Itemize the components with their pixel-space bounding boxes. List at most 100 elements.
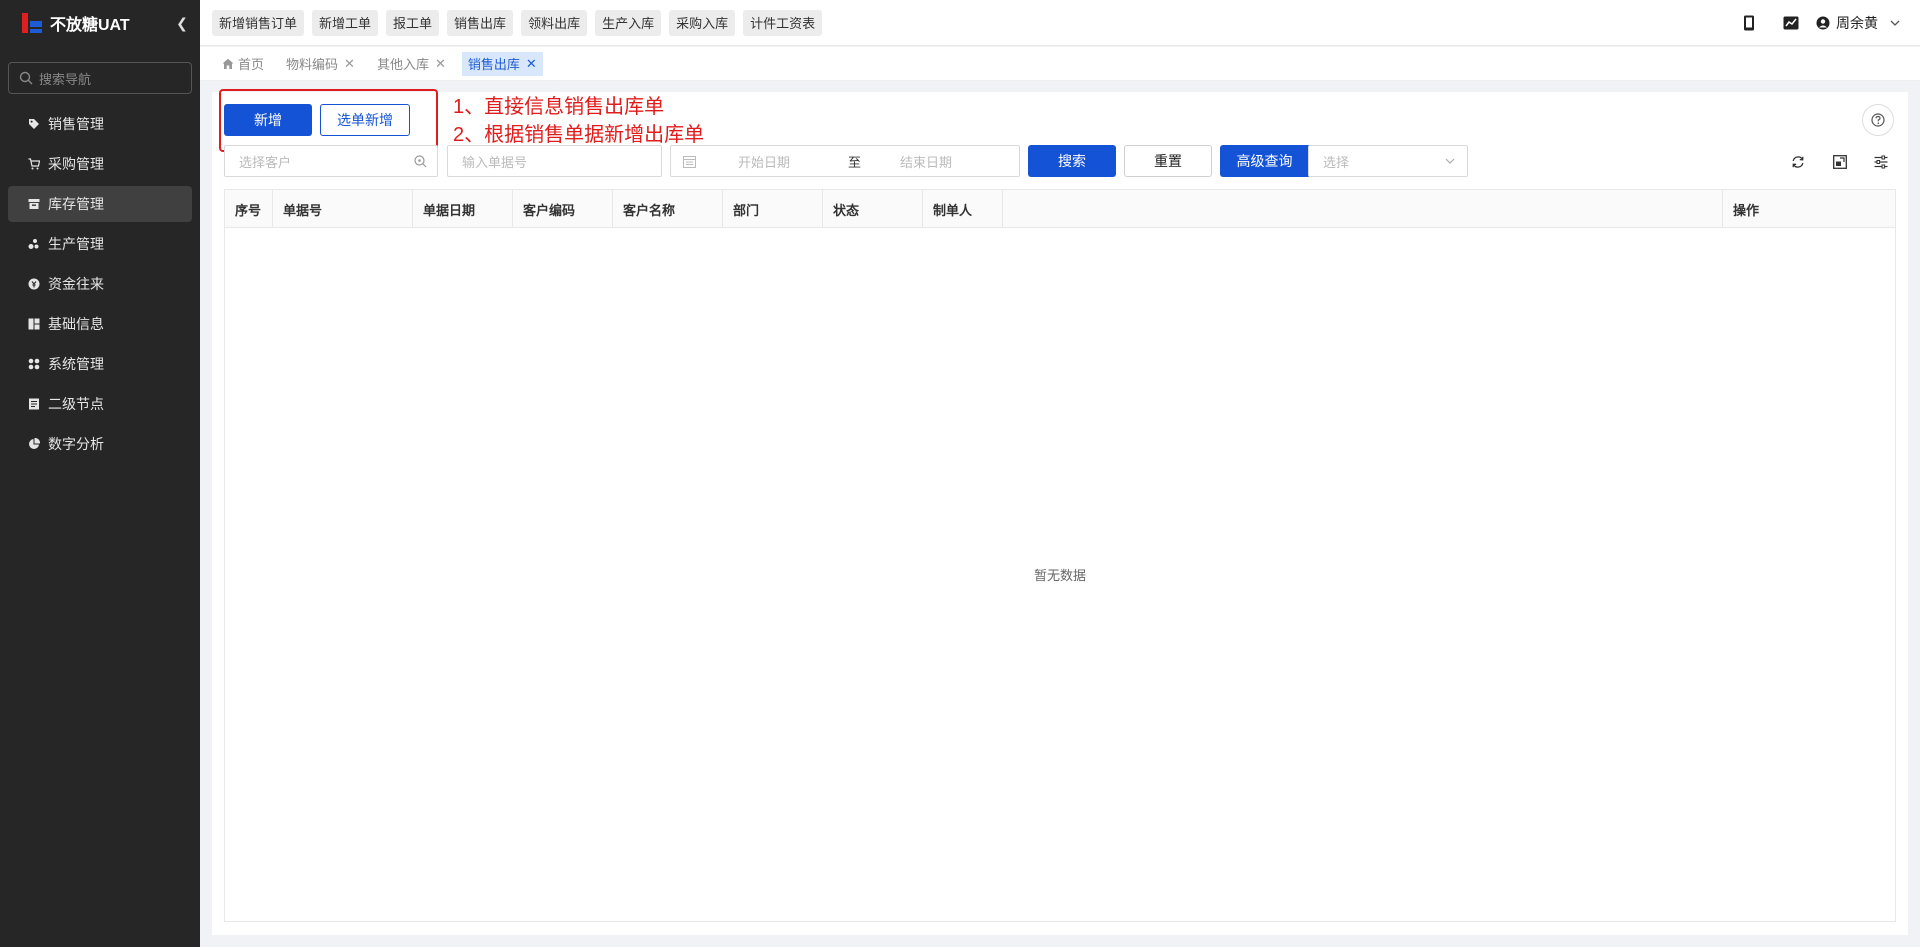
column-header: 部门 [723, 190, 823, 228]
sidebar-item-label: 生产管理 [48, 236, 104, 252]
sidebar-item-label: 基础信息 [48, 316, 104, 332]
cart-icon [28, 158, 48, 170]
column-header: 客户名称 [613, 190, 723, 228]
user-menu[interactable]: 周余黄 [1816, 13, 1906, 33]
quick-link-button[interactable]: 生产入库 [595, 9, 662, 36]
column-header: 制单人 [923, 190, 1003, 228]
page-tabs: 首页 物料编码 ✕ 其他入库 ✕ 销售出库 ✕ [200, 47, 1920, 81]
quick-link-button[interactable]: 新增工单 [312, 9, 379, 36]
sidebar-item-2[interactable]: 采购管理 [8, 146, 192, 182]
top-bar: 新增销售订单 新增工单 报工单 销售出库 领料出库 生产入库 采购入库 计件工资表 周余黄 [200, 0, 1920, 46]
document-icon [28, 398, 48, 410]
close-icon[interactable]: ✕ [526, 56, 537, 72]
sidebar-item-label: 系统管理 [48, 356, 104, 372]
fullscreen-icon[interactable] [1831, 153, 1849, 171]
sidebar-item-8[interactable]: 二级节点 [8, 386, 192, 422]
close-icon[interactable]: ✕ [435, 56, 446, 72]
sidebar-item-4[interactable]: 生产管理 [8, 226, 192, 262]
page-tab[interactable]: 物料编码 ✕ [280, 52, 361, 76]
advanced-select[interactable]: 选择 [1308, 145, 1468, 177]
brand: 不放糖UAT ❮ [0, 0, 200, 46]
column-header: 操作 [1733, 202, 1760, 218]
quick-link-button[interactable]: 报工单 [386, 9, 440, 36]
sidebar-item-label: 库存管理 [48, 196, 104, 212]
search-icon [19, 71, 33, 85]
date-range-picker[interactable]: 开始日期 至 结束日期 [670, 145, 1020, 177]
tag-icon [28, 118, 48, 130]
column-settings-icon[interactable] [1872, 153, 1890, 171]
tab-label: 其他入库 [376, 57, 429, 72]
customer-placeholder: 选择客户 [239, 154, 292, 170]
annotation-box [219, 89, 438, 152]
dashboard-icon[interactable] [1770, 16, 1812, 30]
brand-logo [20, 11, 44, 35]
home-icon [222, 58, 238, 70]
start-date-placeholder: 开始日期 [738, 154, 791, 170]
sidebar-item-9[interactable]: 数字分析 [8, 426, 192, 462]
layout-icon [28, 318, 48, 330]
refresh-icon[interactable] [1789, 153, 1807, 171]
close-icon[interactable]: ✕ [344, 56, 355, 72]
date-separator: 至 [848, 154, 862, 170]
advanced-select-placeholder: 选择 [1323, 154, 1350, 170]
quick-link-button[interactable]: 计件工资表 [743, 9, 823, 36]
quick-link-button[interactable]: 采购入库 [669, 9, 736, 36]
sidebar-item-3[interactable]: 库存管理 [8, 186, 192, 222]
mobile-icon[interactable] [1728, 15, 1770, 31]
doc-no-input[interactable]: 输入单据号 [447, 145, 662, 177]
warehouse-icon [28, 198, 48, 210]
sidebar-item-5[interactable]: 资金往来 [8, 266, 192, 302]
doc-no-placeholder: 输入单据号 [462, 154, 528, 170]
user-icon [1816, 16, 1830, 30]
help-icon[interactable] [1862, 104, 1894, 136]
customer-select[interactable]: 选择客户 [224, 145, 438, 177]
quick-links: 新增销售订单 新增工单 报工单 销售出库 领料出库 生产入库 采购入库 计件工资表 [212, 9, 830, 36]
chevron-down-icon [1445, 158, 1455, 164]
production-icon [28, 238, 48, 250]
annotation-line-1: 1、直接信息销售出库单 [453, 96, 665, 118]
reset-button[interactable]: 重置 [1124, 145, 1212, 177]
sidebar-item-label: 采购管理 [48, 156, 104, 172]
sidebar-item-label: 资金往来 [48, 276, 104, 292]
tab-label: 销售出库 [467, 57, 520, 72]
sidebar-item-label: 销售管理 [48, 116, 104, 132]
annotation-line-2: 2、根据销售单据新增出库单 [453, 124, 705, 146]
tab-label: 物料编码 [286, 57, 339, 72]
calendar-icon [683, 155, 696, 168]
quick-link-button[interactable]: 销售出库 [447, 9, 514, 36]
money-icon [28, 278, 48, 290]
column-header: 单据号 [273, 190, 413, 228]
empty-state-text: 暂无数据 [1033, 568, 1086, 583]
table-header: 序号 单据号 单据日期 客户编码 客户名称 部门 状态 制单人 操作 [225, 190, 1895, 228]
nav-search-input[interactable]: 搜索导航 [8, 62, 192, 94]
quick-link-button[interactable]: 新增销售订单 [212, 9, 305, 36]
user-name: 周余黄 [1836, 15, 1878, 31]
sidebar: 不放糖UAT ❮ 搜索导航 销售管理采购管理库存管理生产管理资金往来基础信息系统… [0, 0, 200, 947]
column-header: 客户编码 [513, 190, 613, 228]
pie-chart-icon [28, 438, 48, 450]
advanced-query-button[interactable]: 高级查询 [1220, 145, 1309, 177]
sidebar-item-label: 数字分析 [48, 436, 104, 452]
topbar-right: 周余黄 [1728, 0, 1906, 46]
page-tab[interactable]: 首页 [216, 52, 270, 76]
quick-link-button[interactable]: 领料出库 [521, 9, 588, 36]
sidebar-item-label: 二级节点 [48, 396, 104, 412]
app-title: 不放糖UAT [50, 17, 130, 34]
sidebar-item-6[interactable]: 基础信息 [8, 306, 192, 342]
search-icon [414, 155, 427, 168]
end-date-placeholder: 结束日期 [900, 154, 953, 170]
sidebar-item-1[interactable]: 销售管理 [8, 106, 192, 142]
sidebar-item-7[interactable]: 系统管理 [8, 346, 192, 382]
tab-label: 首页 [238, 57, 265, 72]
apps-icon [28, 358, 48, 370]
sidebar-menu: 销售管理采购管理库存管理生产管理资金往来基础信息系统管理二级节点数字分析 [0, 106, 200, 462]
search-button[interactable]: 搜索 [1028, 145, 1116, 177]
column-header: 状态 [823, 190, 923, 228]
page-tab[interactable]: 其他入库 ✕ [371, 52, 452, 76]
chevron-down-icon [1890, 20, 1900, 26]
column-header: 序号 [225, 190, 273, 228]
page-tab[interactable]: 销售出库 ✕ [461, 51, 543, 76]
collapse-sidebar-icon[interactable]: ❮ [170, 15, 194, 32]
column-header: 单据日期 [413, 190, 513, 228]
column-header [1003, 190, 1723, 228]
